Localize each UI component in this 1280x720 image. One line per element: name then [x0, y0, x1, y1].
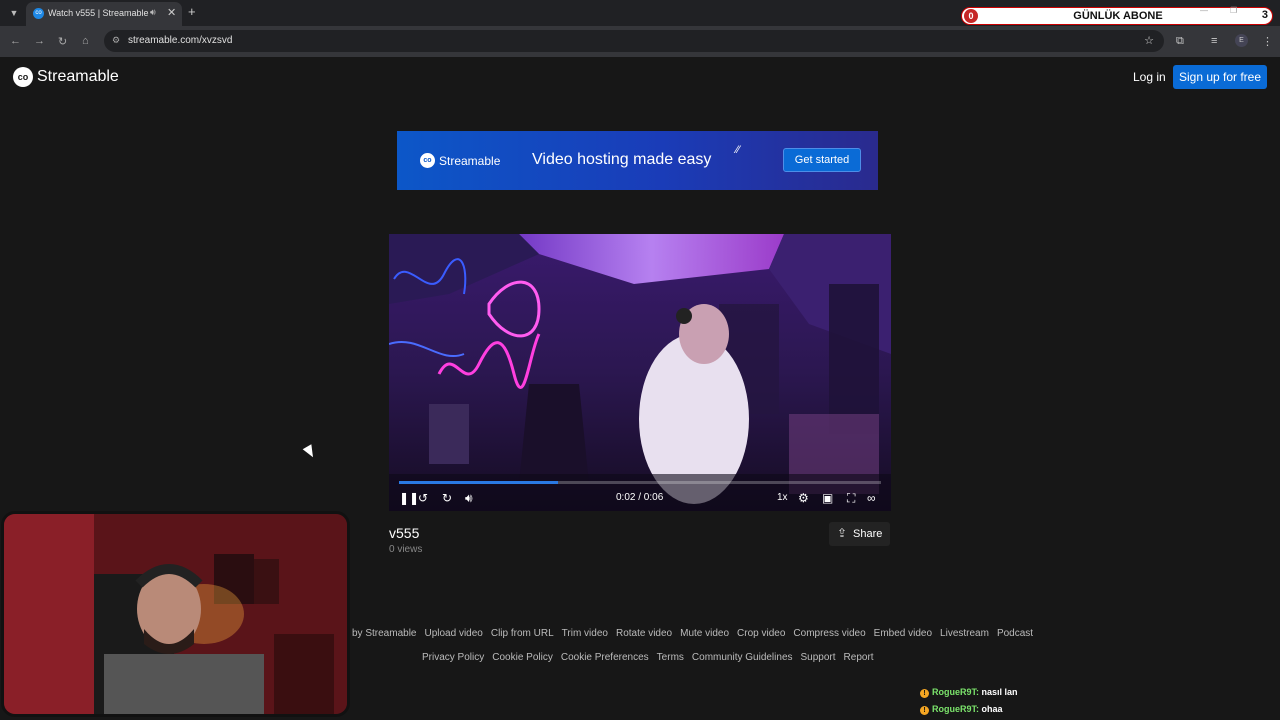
chat-badge-icon: !: [920, 689, 929, 698]
footer-link[interactable]: Privacy Policy: [422, 652, 484, 663]
footer-link[interactable]: Crop video: [737, 628, 785, 639]
streamable-logo-icon: co: [13, 67, 33, 87]
volume-icon[interactable]: 🔊︎: [465, 491, 473, 506]
footer-link[interactable]: Mute video: [680, 628, 729, 639]
signup-button[interactable]: Sign up for free: [1173, 65, 1267, 89]
speaker-icon[interactable]: 🔊︎: [150, 7, 156, 18]
overlay-left-count: 0: [964, 9, 978, 23]
sparkle-icon: ⁄⁄: [736, 144, 740, 156]
overlay-title: GÜNLÜK ABONE: [1073, 10, 1163, 22]
close-tab-icon[interactable]: ✕: [167, 6, 176, 19]
progress-fill: [399, 481, 559, 484]
address-bar[interactable]: ⚙ streamable.com/xvzsvd ☆: [104, 30, 1164, 52]
footer-link[interactable]: Support: [801, 652, 836, 663]
bookmark-star-icon[interactable]: ☆: [1144, 34, 1154, 47]
footer-link[interactable]: Cookie Policy: [492, 652, 553, 663]
view-count: 0 views: [389, 544, 423, 555]
mouse-cursor-icon: [302, 444, 318, 460]
browser-menu-icon[interactable]: ⋮: [1262, 35, 1273, 48]
footer-link[interactable]: Terms: [657, 652, 684, 663]
banner-tagline: Video hosting made easy: [532, 151, 712, 168]
tab-title: Watch v555 | Streamable: [48, 8, 149, 18]
forward-skip-icon[interactable]: ↻: [442, 491, 452, 505]
banner-logo: co Streamable: [420, 153, 500, 168]
new-tab-icon[interactable]: +: [188, 4, 196, 19]
streamable-logo[interactable]: co Streamable: [13, 67, 119, 87]
back-icon[interactable]: ←: [10, 35, 21, 47]
share-label: Share: [853, 528, 883, 540]
browser-tab-bar: ▼ co Watch v555 | Streamable 🔊︎ ✕ + GÜNL…: [0, 0, 1280, 26]
get-started-button[interactable]: Get started: [783, 148, 861, 172]
progress-bar[interactable]: [399, 481, 881, 484]
footer-link[interactable]: Clip from URL: [491, 628, 554, 639]
media-controls-icon[interactable]: ≡: [1211, 35, 1217, 47]
chat-username: RogueR9T:: [932, 687, 979, 697]
overlay-right-count: 3: [1261, 9, 1268, 21]
video-title: v555: [389, 525, 420, 541]
footer-link[interactable]: Trim video: [562, 628, 608, 639]
chat-badge-icon: !: [920, 706, 929, 715]
promo-banner[interactable]: co Streamable Video hosting made easy ⁄⁄…: [397, 131, 878, 190]
home-icon[interactable]: ⌂: [82, 35, 89, 47]
video-player[interactable]: ❚❚ ↺ ↻ 🔊︎ 0:02 / 0:06 1x ⚙ ▣ ⛶ ∞: [389, 234, 891, 511]
maximize-icon[interactable]: ❐: [1230, 6, 1237, 15]
footer-link[interactable]: Embed video: [874, 628, 932, 639]
video-frame: [389, 234, 891, 511]
url-text[interactable]: streamable.com/xvzsvd: [128, 35, 232, 46]
logo-text: Streamable: [37, 68, 119, 85]
playback-speed[interactable]: 1x: [777, 492, 788, 503]
chat-text: ohaa: [981, 704, 1003, 714]
chat-text: nasıl lan: [981, 687, 1018, 697]
forward-icon[interactable]: →: [34, 35, 45, 47]
site-info-icon[interactable]: ⚙: [112, 35, 120, 46]
footer-link[interactable]: by Streamable: [352, 628, 416, 639]
extensions-icon[interactable]: ⧉: [1176, 35, 1184, 48]
footer-link[interactable]: Compress video: [793, 628, 865, 639]
login-link[interactable]: Log in: [1133, 70, 1166, 84]
footer-link[interactable]: Podcast: [997, 628, 1033, 639]
streamable-watermark-icon[interactable]: ∞: [867, 491, 876, 505]
tab-search-icon[interactable]: ▼: [6, 5, 22, 21]
browser-tab[interactable]: co Watch v555 | Streamable 🔊︎ ✕: [26, 2, 182, 26]
share-button[interactable]: ⇪ Share: [829, 522, 890, 546]
footer-links-primary: by Streamable Upload video Clip from URL…: [352, 628, 1052, 639]
fullscreen-icon[interactable]: ⛶: [847, 491, 855, 506]
footer-link[interactable]: Cookie Preferences: [561, 652, 649, 663]
settings-gear-icon[interactable]: ⚙: [798, 491, 809, 505]
chat-message: ! RogueR9T: nasıl lan: [920, 687, 1018, 698]
reload-icon[interactable]: ↻: [58, 35, 67, 48]
picture-in-picture-icon[interactable]: ▣: [822, 491, 833, 505]
footer-link[interactable]: Report: [844, 652, 874, 663]
time-display: 0:02 / 0:06: [616, 492, 664, 503]
chat-username: RogueR9T:: [932, 704, 979, 714]
streamable-favicon-icon: co: [33, 8, 44, 19]
banner-logo-text: Streamable: [439, 153, 501, 168]
rewind-icon[interactable]: ↺: [418, 491, 428, 505]
chat-message: ! RogueR9T: ohaa: [920, 704, 1003, 715]
footer-link[interactable]: Community Guidelines: [692, 652, 793, 663]
profile-avatar[interactable]: E: [1235, 34, 1248, 47]
webcam-frame: [4, 514, 347, 714]
banner-logo-icon: co: [420, 153, 435, 168]
minimize-icon[interactable]: —: [1200, 6, 1208, 15]
footer-link[interactable]: Rotate video: [616, 628, 672, 639]
webcam-overlay: [1, 511, 350, 717]
footer-links-legal: Privacy Policy Cookie Policy Cookie Pref…: [422, 652, 1122, 663]
subscriber-goal-overlay: GÜNLÜK ABONE 0 3: [961, 7, 1273, 25]
share-icon: ⇪: [837, 526, 848, 540]
browser-toolbar: ← → ↻ ⌂ ⚙ streamable.com/xvzsvd ☆ ⧉ ≡ E …: [0, 26, 1280, 57]
footer-link[interactable]: Upload video: [424, 628, 482, 639]
footer-link[interactable]: Livestream: [940, 628, 989, 639]
pause-icon[interactable]: ❚❚: [399, 491, 419, 505]
